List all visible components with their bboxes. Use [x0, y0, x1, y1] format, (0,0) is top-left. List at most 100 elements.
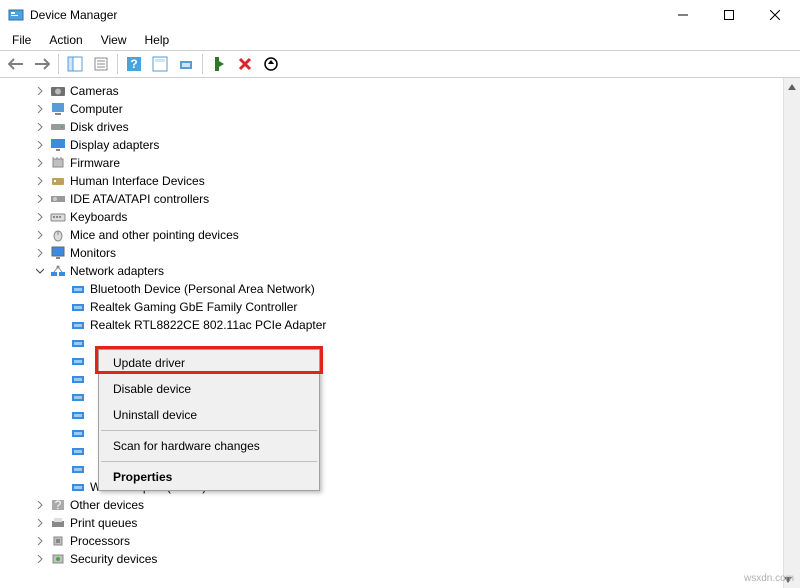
- tree-category[interactable]: IDE ATA/ATAPI controllers: [18, 190, 800, 208]
- tree-device[interactable]: Realtek Gaming GbE Family Controller: [18, 298, 800, 316]
- maximize-button[interactable]: [706, 0, 752, 30]
- tree-device-label: Realtek Gaming GbE Family Controller: [90, 300, 297, 314]
- tree-category-label: Keyboards: [70, 210, 127, 224]
- app-icon: [8, 7, 24, 23]
- other-icon: ?: [50, 498, 66, 512]
- network-adapter-icon: [70, 444, 86, 458]
- svg-text:?: ?: [130, 57, 137, 71]
- window-controls: [660, 0, 798, 30]
- chevron-right-icon[interactable]: [34, 157, 46, 169]
- tree-category[interactable]: Processors: [18, 532, 800, 550]
- device-tree[interactable]: Cameras ComputerDisk drives Display adapte…: [0, 78, 800, 572]
- properties-button[interactable]: [89, 52, 113, 76]
- ctx-disable-device[interactable]: Disable device: [99, 376, 319, 402]
- tree-device-label: Realtek RTL8822CE 802.11ac PCIe Adapter: [90, 318, 326, 332]
- network-adapter-icon: [70, 408, 86, 422]
- action-button[interactable]: [148, 52, 172, 76]
- tree-category[interactable]: Monitors: [18, 244, 800, 262]
- tree-category-label: Print queues: [70, 516, 137, 530]
- toolbar-separator: [202, 54, 203, 74]
- tree-device-label: Bluetooth Device (Personal Area Network): [90, 282, 315, 296]
- ctx-separator: [101, 461, 317, 462]
- hid-icon: [50, 174, 66, 188]
- chevron-right-icon[interactable]: [34, 535, 46, 547]
- enable-button[interactable]: [207, 52, 231, 76]
- tree-category[interactable]: Mice and other pointing devices: [18, 226, 800, 244]
- chevron-right-icon[interactable]: [34, 517, 46, 529]
- tree-category[interactable]: Security devices: [18, 550, 800, 568]
- chevron-right-icon[interactable]: [34, 553, 46, 565]
- titlebar: Device Manager: [0, 0, 800, 30]
- ctx-properties[interactable]: Properties: [99, 464, 319, 490]
- chevron-right-icon[interactable]: [34, 499, 46, 511]
- close-button[interactable]: [752, 0, 798, 30]
- help-button[interactable]: ?: [122, 52, 146, 76]
- forward-button[interactable]: [30, 52, 54, 76]
- tree-category[interactable]: Firmware: [18, 154, 800, 172]
- back-button[interactable]: [4, 52, 28, 76]
- tree-category[interactable]: Disk drives: [18, 118, 800, 136]
- disk-icon: [50, 120, 66, 134]
- tree-category-label: Display adapters: [70, 138, 159, 152]
- minimize-button[interactable]: [660, 0, 706, 30]
- update-driver-button[interactable]: [259, 52, 283, 76]
- toolbar-separator: [117, 54, 118, 74]
- chevron-right-icon[interactable]: [34, 211, 46, 223]
- display-icon: [50, 138, 66, 152]
- tree-category-label: Firmware: [70, 156, 120, 170]
- tree-category[interactable]: Display adapters: [18, 136, 800, 154]
- menu-action[interactable]: Action: [41, 31, 90, 49]
- menu-view[interactable]: View: [93, 31, 135, 49]
- chevron-right-icon[interactable]: [34, 193, 46, 205]
- menu-file[interactable]: File: [4, 31, 39, 49]
- chevron-right-icon[interactable]: [34, 139, 46, 151]
- tree-device[interactable]: Realtek RTL8822CE 802.11ac PCIe Adapter: [18, 316, 800, 334]
- svg-text:?: ?: [55, 498, 62, 512]
- scroll-track[interactable]: [784, 95, 800, 571]
- print-icon: [50, 516, 66, 530]
- ctx-separator: [101, 430, 317, 431]
- ide-icon: [50, 192, 66, 206]
- show-hide-tree-button[interactable]: [63, 52, 87, 76]
- ctx-update-driver[interactable]: Update driver: [99, 350, 319, 376]
- firmware-icon: [50, 156, 66, 170]
- scan-button[interactable]: [174, 52, 198, 76]
- device-tree-panel: Cameras ComputerDisk drives Display adapte…: [0, 78, 800, 588]
- chevron-right-icon[interactable]: [34, 121, 46, 133]
- tree-category-label: Monitors: [70, 246, 116, 260]
- tree-category[interactable]: Cameras: [18, 82, 800, 100]
- chevron-right-icon[interactable]: [34, 247, 46, 259]
- toolbar: ?: [0, 50, 800, 78]
- tree-device[interactable]: Bluetooth Device (Personal Area Network): [18, 280, 800, 298]
- tree-category[interactable]: Network adapters: [18, 262, 800, 280]
- watermark: wsxdn.com: [744, 573, 794, 584]
- uninstall-button[interactable]: [233, 52, 257, 76]
- tree-category-label: Processors: [70, 534, 130, 548]
- chevron-down-icon[interactable]: [34, 265, 46, 277]
- network-adapter-icon: [70, 336, 86, 350]
- chevron-right-icon[interactable]: [34, 85, 46, 97]
- tree-category[interactable]: Human Interface Devices: [18, 172, 800, 190]
- ctx-uninstall-device[interactable]: Uninstall device: [99, 402, 319, 428]
- tree-category-label: Cameras: [70, 84, 119, 98]
- network-adapter-icon: [70, 462, 86, 476]
- monitor-icon: [50, 246, 66, 260]
- tree-category[interactable]: ? Other devices: [18, 496, 800, 514]
- computer-icon: [50, 102, 66, 116]
- scroll-up-icon[interactable]: [784, 78, 800, 95]
- menu-help[interactable]: Help: [137, 31, 178, 49]
- vertical-scrollbar[interactable]: [783, 78, 800, 588]
- network-adapter-icon: [70, 354, 86, 368]
- chevron-right-icon[interactable]: [34, 175, 46, 187]
- menubar: File Action View Help: [0, 30, 800, 50]
- network-adapter-icon: [70, 282, 86, 296]
- chevron-right-icon[interactable]: [34, 229, 46, 241]
- tree-category[interactable]: Print queues: [18, 514, 800, 532]
- network-adapter-icon: [70, 318, 86, 332]
- ctx-scan-hardware[interactable]: Scan for hardware changes: [99, 433, 319, 459]
- tree-category-label: Other devices: [70, 498, 144, 512]
- tree-category[interactable]: Computer: [18, 100, 800, 118]
- mouse-icon: [50, 228, 66, 242]
- chevron-right-icon[interactable]: [34, 103, 46, 115]
- tree-category[interactable]: Keyboards: [18, 208, 800, 226]
